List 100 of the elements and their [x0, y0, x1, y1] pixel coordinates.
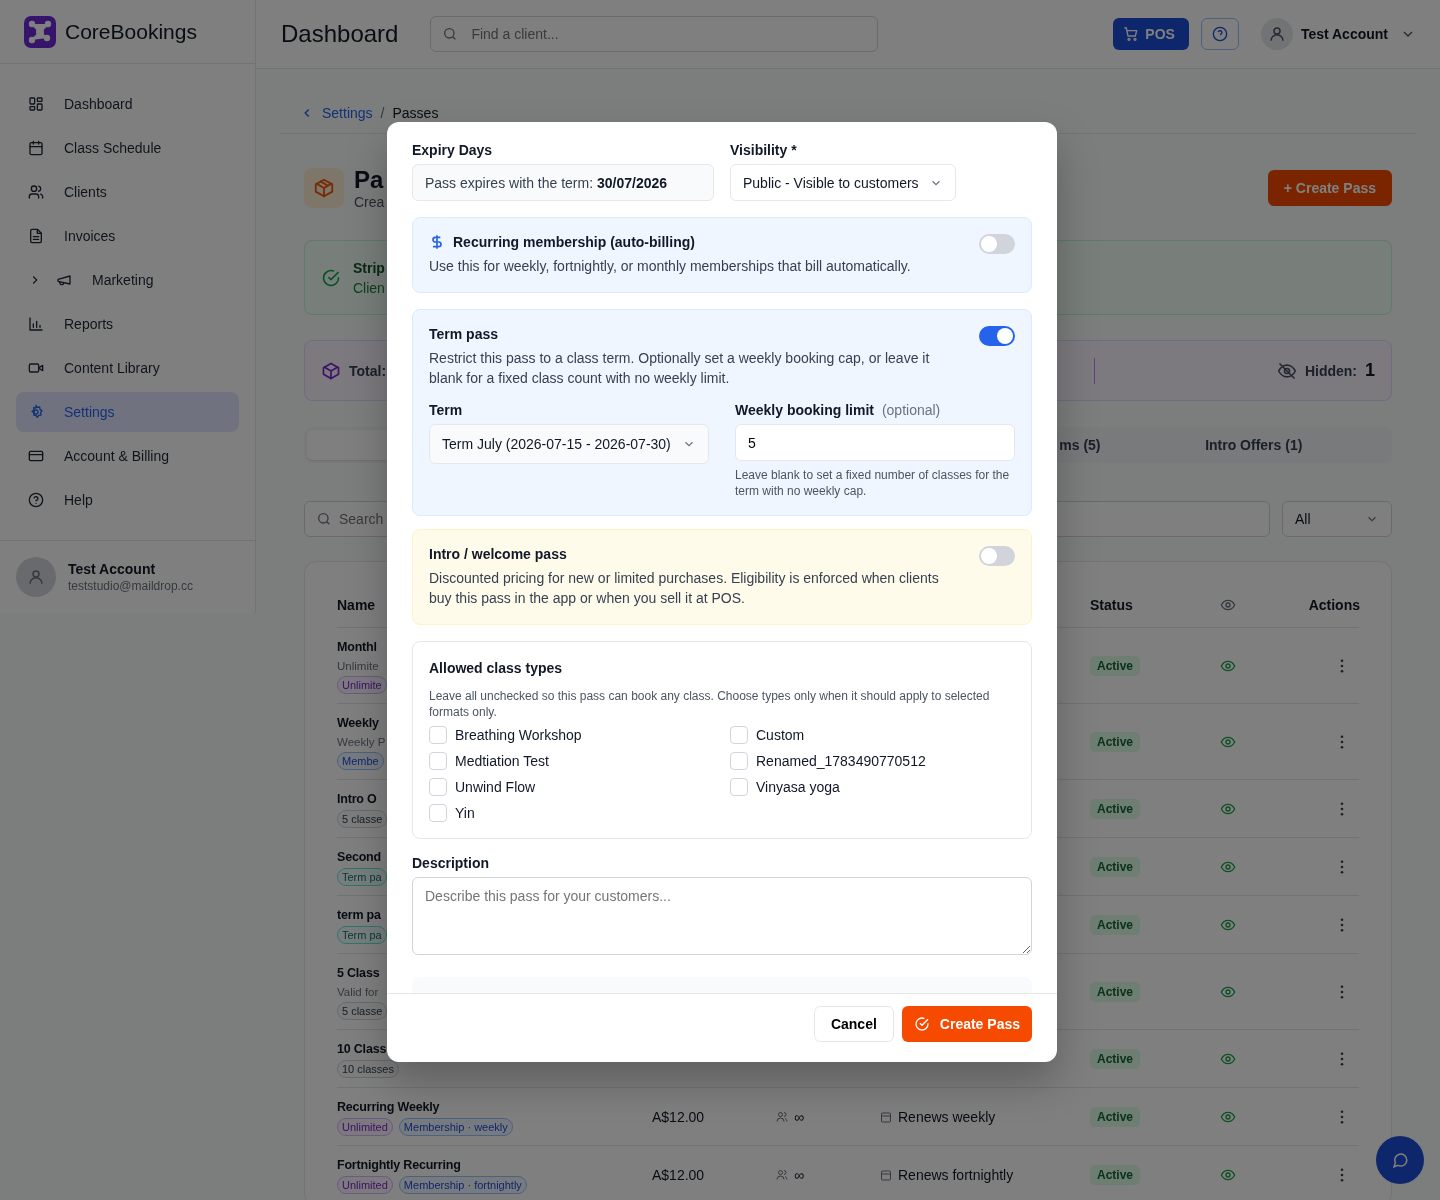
more-icon[interactable] — [1340, 801, 1344, 816]
field-label: Weekly booking limit — [735, 402, 874, 418]
pos-button[interactable]: POS — [1113, 18, 1189, 50]
more-icon[interactable] — [1340, 1109, 1344, 1124]
breadcrumb-link[interactable]: Settings — [322, 105, 373, 121]
help-button[interactable] — [1200, 18, 1239, 50]
help-icon — [1211, 26, 1228, 42]
page-heading: Pa — [354, 166, 385, 194]
more-icon[interactable] — [1340, 1051, 1344, 1066]
term-select[interactable]: Term July (2026-07-15 - 2026-07-30) — [429, 424, 709, 464]
description-field[interactable]: Describe this pass for your customers... — [412, 877, 1032, 955]
more-icon[interactable] — [1340, 1167, 1344, 1182]
tag: Membership · fortnightly — [398, 1176, 527, 1194]
status-badge: Active — [1090, 914, 1141, 935]
cart-icon — [1123, 26, 1140, 42]
checkbox[interactable] — [429, 804, 447, 822]
tag: 5 classe — [337, 810, 388, 828]
toggle-switch[interactable] — [979, 546, 1015, 566]
tag: Unlimited — [337, 1176, 393, 1194]
checkbox[interactable] — [730, 726, 748, 744]
breadcrumb-link[interactable]: Passes — [392, 105, 439, 121]
more-icon[interactable] — [1340, 859, 1344, 874]
sidebar-item[interactable]: Reports — [16, 304, 239, 344]
section-title: Allowed class types — [429, 660, 564, 676]
credit-card-icon — [28, 448, 44, 464]
capacity: ∞ — [794, 1108, 804, 1125]
checkbox[interactable] — [429, 778, 447, 796]
checkbox-label[interactable]: Vinyasa yoga — [756, 779, 840, 795]
status-badge: Active — [1090, 798, 1141, 819]
checkbox[interactable] — [730, 752, 748, 770]
sidebar-item[interactable]: Settings — [16, 392, 239, 432]
stat-value: 1 — [1365, 360, 1375, 381]
status-badge: Active — [1090, 655, 1141, 676]
more-icon[interactable] — [1340, 734, 1344, 749]
tab[interactable]: Intro Offers (1) — [1118, 430, 1389, 460]
sidebar-item[interactable]: Account & Billing — [16, 436, 239, 476]
chat-button[interactable] — [1376, 1136, 1424, 1184]
checkbox[interactable] — [429, 752, 447, 770]
calendar-icon — [28, 140, 44, 156]
pass-name: Recurring Weekly — [337, 1099, 440, 1116]
account-name[interactable]: Test Account — [1300, 26, 1388, 42]
checkbox-label[interactable]: Yin — [455, 805, 475, 821]
section-hint: Leave all unchecked so this pass can book any class. Choose types only when it should apply to selected formats only. — [429, 688, 991, 720]
field-label: Visibility * — [730, 142, 798, 158]
checkbox[interactable] — [730, 778, 748, 796]
sidebar-item[interactable]: Clients — [16, 172, 239, 212]
status-select[interactable]: All — [1282, 501, 1392, 537]
pass-name: Fortnightly Recurring — [337, 1157, 461, 1174]
pass-name: Second — [337, 849, 381, 866]
checkbox-label[interactable]: Breathing Workshop — [455, 727, 582, 743]
pass-name: Intro O — [337, 791, 377, 808]
more-icon[interactable] — [1340, 917, 1344, 932]
toggle-switch[interactable] — [979, 234, 1015, 254]
toggle-switch[interactable] — [979, 326, 1015, 346]
sidebar-item[interactable]: Invoices — [16, 216, 239, 256]
create-pass-button[interactable]: Create Pass — [901, 1006, 1032, 1042]
sidebar-item[interactable]: Help — [16, 480, 239, 520]
more-icon[interactable] — [1340, 658, 1344, 673]
checkbox[interactable] — [429, 726, 447, 744]
option-title: Intro / welcome pass — [429, 546, 567, 562]
search-field[interactable]: Find a client... — [430, 16, 879, 52]
option-title: Recurring membership (auto-billing) — [453, 234, 695, 250]
more-icon[interactable] — [1340, 984, 1344, 999]
sidebar-item[interactable]: Content Library — [16, 348, 239, 388]
bar-chart-icon — [28, 316, 44, 332]
status-badge: Active — [1090, 1164, 1141, 1185]
checkbox-label[interactable]: Medtiation Test — [455, 753, 549, 769]
sidebar-item[interactable]: Class Schedule — [16, 128, 239, 168]
pass-description: Valid for — [337, 985, 379, 1000]
checkbox-label[interactable]: Renamed_1783490770512 — [756, 753, 926, 769]
tag: Membe — [337, 752, 384, 770]
dollar-icon — [429, 234, 445, 250]
checkbox-label[interactable]: Custom — [756, 727, 805, 743]
visibility-select[interactable]: Public - Visible to customers — [730, 164, 956, 201]
pass-name: term pa — [337, 907, 381, 924]
alert-title: Strip — [353, 259, 385, 276]
app-name: CoreBookings — [65, 19, 197, 44]
sidebar-item[interactable]: Dashboard — [16, 84, 239, 124]
status-badge: Active — [1090, 856, 1141, 877]
checkbox-label[interactable]: Unwind Flow — [455, 779, 536, 795]
tag: Unlimited — [337, 1118, 393, 1136]
user-name: Test Account — [68, 561, 157, 577]
check-circle-icon — [913, 1016, 930, 1032]
create-pass-button[interactable]: + Create Pass — [1267, 170, 1392, 206]
megaphone-icon — [56, 272, 72, 288]
calendar-icon — [880, 1110, 892, 1123]
sidebar-item[interactable]: Marketing — [16, 260, 239, 300]
weekly-limit-field[interactable]: 5 — [735, 424, 1015, 461]
check-circle-icon — [321, 267, 341, 288]
cancel-button[interactable]: Cancel — [813, 1006, 894, 1042]
settings-icon — [28, 404, 44, 420]
optional-hint: (optional) — [881, 402, 941, 418]
tag: Membership · weekly — [398, 1118, 513, 1136]
field-label: Expiry Days — [412, 142, 494, 158]
column-header: Name — [337, 596, 376, 613]
field-label: Description — [412, 855, 490, 871]
pass-name: Monthl — [337, 639, 377, 656]
logo-icon — [24, 15, 56, 48]
expiry: Renews fortnightly — [898, 1166, 1014, 1183]
tag: Unlimite — [337, 676, 387, 694]
